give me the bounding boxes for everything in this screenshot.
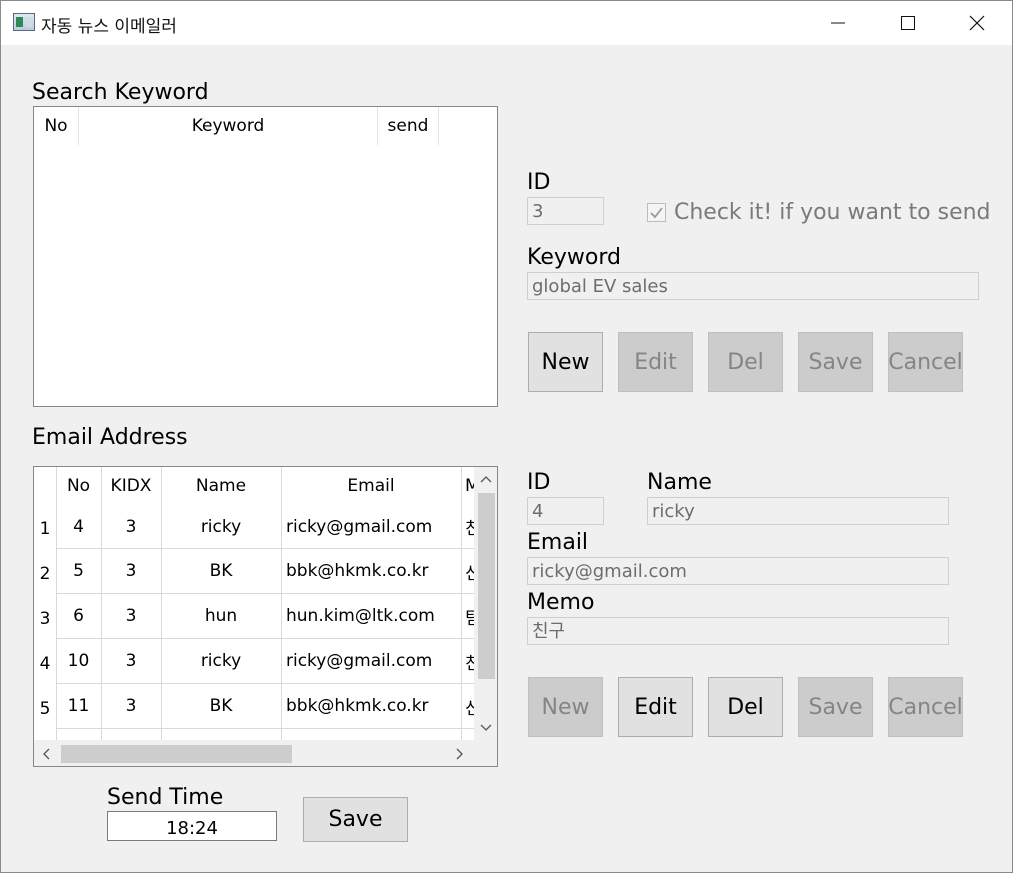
email-cell-email[interactable]: bbk@hkmk.co.kr xyxy=(281,684,461,728)
email-cell-email[interactable]: ricky@gmail.com xyxy=(281,639,461,683)
email-cell-no[interactable]: 5 xyxy=(56,549,101,593)
email-id-field[interactable]: 4 xyxy=(527,497,604,525)
name-field[interactable]: ricky xyxy=(647,497,949,525)
keyword-del-button[interactable]: Del xyxy=(708,332,783,392)
app-window: 자동 뉴스 이메일러 Search Keyword No Keyword sen… xyxy=(0,0,1013,873)
window-title: 자동 뉴스 이메일러 xyxy=(41,17,177,37)
email-cell-memo[interactable]: 친 xyxy=(461,639,474,683)
email-cell-kidx[interactable]: 3 xyxy=(101,639,161,683)
scroll-corner xyxy=(474,740,497,766)
email-new-button[interactable]: New xyxy=(528,677,603,737)
email-cell-kidx[interactable]: 3 xyxy=(101,684,161,728)
keyword-col-keyword[interactable]: Keyword xyxy=(79,107,378,145)
row-header[interactable]: 2 xyxy=(34,550,56,586)
title-bar: 자동 뉴스 이메일러 xyxy=(1,1,1012,45)
email-del-button[interactable]: Del xyxy=(708,677,783,737)
email-grid[interactable]: No KIDX Name Email M 1 4 3 ricky ricky@g… xyxy=(33,466,498,767)
checkmark-icon xyxy=(650,207,663,219)
email-col-name[interactable]: Name xyxy=(161,467,281,505)
email-cell-memo[interactable]: 신 xyxy=(461,684,474,728)
email-cell-no[interactable]: 4 xyxy=(56,505,101,548)
keyword-id-label: ID xyxy=(527,170,551,195)
close-button[interactable] xyxy=(942,1,1012,45)
keyword-edit-button[interactable]: Edit xyxy=(618,332,693,392)
email-cell-email[interactable]: bbk@hkmk.co.kr xyxy=(281,549,461,593)
grid-line xyxy=(56,728,474,729)
email-cell-name[interactable]: ricky xyxy=(161,505,281,548)
email-cell-no[interactable]: 10 xyxy=(56,639,101,683)
minimize-icon xyxy=(831,22,845,24)
send-time-input[interactable]: 18:24 xyxy=(107,811,277,841)
row-header[interactable]: 1 xyxy=(34,505,56,541)
send-checkbox[interactable]: Check it! if you want to send xyxy=(647,200,991,225)
email-cell-no[interactable]: 11 xyxy=(56,684,101,728)
email-address-label: Email Address xyxy=(32,425,188,450)
horizontal-scroll-thumb[interactable] xyxy=(61,745,292,763)
row-header[interactable]: 4 xyxy=(34,640,56,676)
horizontal-scrollbar[interactable] xyxy=(34,740,474,766)
send-time-save-button[interactable]: Save xyxy=(303,797,408,842)
vertical-scrollbar[interactable] xyxy=(474,467,497,740)
keyword-col-send[interactable]: send xyxy=(378,107,439,145)
keyword-cancel-button[interactable]: Cancel xyxy=(888,332,963,392)
app-icon xyxy=(13,13,35,31)
email-col-memo[interactable]: M xyxy=(461,467,474,505)
email-col-email[interactable]: Email xyxy=(281,467,461,505)
name-label: Name xyxy=(647,470,712,495)
memo-field[interactable]: 친구 xyxy=(527,617,949,645)
maximize-button[interactable] xyxy=(873,1,943,45)
memo-label: Memo xyxy=(527,590,595,615)
scroll-down-icon[interactable] xyxy=(480,724,492,732)
maximize-icon xyxy=(901,16,915,30)
email-cell-name[interactable]: BK xyxy=(161,684,281,728)
email-cell-email[interactable]: ricky@gmail.com xyxy=(281,505,461,548)
email-cell-name[interactable]: hun xyxy=(161,594,281,638)
row-header[interactable]: 3 xyxy=(34,595,56,631)
scroll-right-icon[interactable] xyxy=(456,748,464,760)
row-header[interactable]: 5 xyxy=(34,685,56,721)
email-edit-button[interactable]: Edit xyxy=(618,677,693,737)
email-save-button[interactable]: Save xyxy=(798,677,873,737)
scroll-left-icon[interactable] xyxy=(42,748,50,760)
email-cell-memo[interactable]: 신 xyxy=(461,549,474,593)
scroll-up-icon[interactable] xyxy=(480,475,492,483)
keyword-label: Keyword xyxy=(527,245,621,270)
email-col-no[interactable]: No xyxy=(56,467,101,505)
search-keyword-label: Search Keyword xyxy=(32,80,209,105)
keyword-col-no[interactable]: No xyxy=(34,107,79,145)
send-time-label: Send Time xyxy=(107,785,224,810)
email-cell-name[interactable]: ricky xyxy=(161,639,281,683)
keyword-new-button[interactable]: New xyxy=(528,332,603,392)
keyword-id-field[interactable]: 3 xyxy=(527,197,604,225)
email-cell-name[interactable]: BK xyxy=(161,549,281,593)
checkbox-box[interactable] xyxy=(647,203,666,222)
email-cell-kidx[interactable]: 3 xyxy=(101,549,161,593)
vertical-scroll-thumb[interactable] xyxy=(478,493,495,679)
email-col-kidx[interactable]: KIDX xyxy=(101,467,161,505)
close-icon xyxy=(969,15,985,31)
minimize-button[interactable] xyxy=(803,1,873,45)
email-label: Email xyxy=(527,530,589,555)
keyword-list[interactable]: No Keyword send xyxy=(33,106,498,407)
email-cancel-button[interactable]: Cancel xyxy=(888,677,963,737)
email-cell-kidx[interactable]: 3 xyxy=(101,505,161,548)
keyword-field[interactable]: global EV sales xyxy=(527,272,979,300)
email-cell-no[interactable]: 6 xyxy=(56,594,101,638)
send-checkbox-label: Check it! if you want to send xyxy=(674,200,991,225)
email-field[interactable]: ricky@gmail.com xyxy=(527,557,949,585)
email-cell-memo[interactable]: 친 xyxy=(461,505,474,548)
email-cell-kidx[interactable]: 3 xyxy=(101,594,161,638)
email-cell-memo[interactable]: 팀 xyxy=(461,594,474,638)
email-cell-email[interactable]: hun.kim@ltk.com xyxy=(281,594,461,638)
keyword-save-button[interactable]: Save xyxy=(798,332,873,392)
email-id-label: ID xyxy=(527,470,551,495)
